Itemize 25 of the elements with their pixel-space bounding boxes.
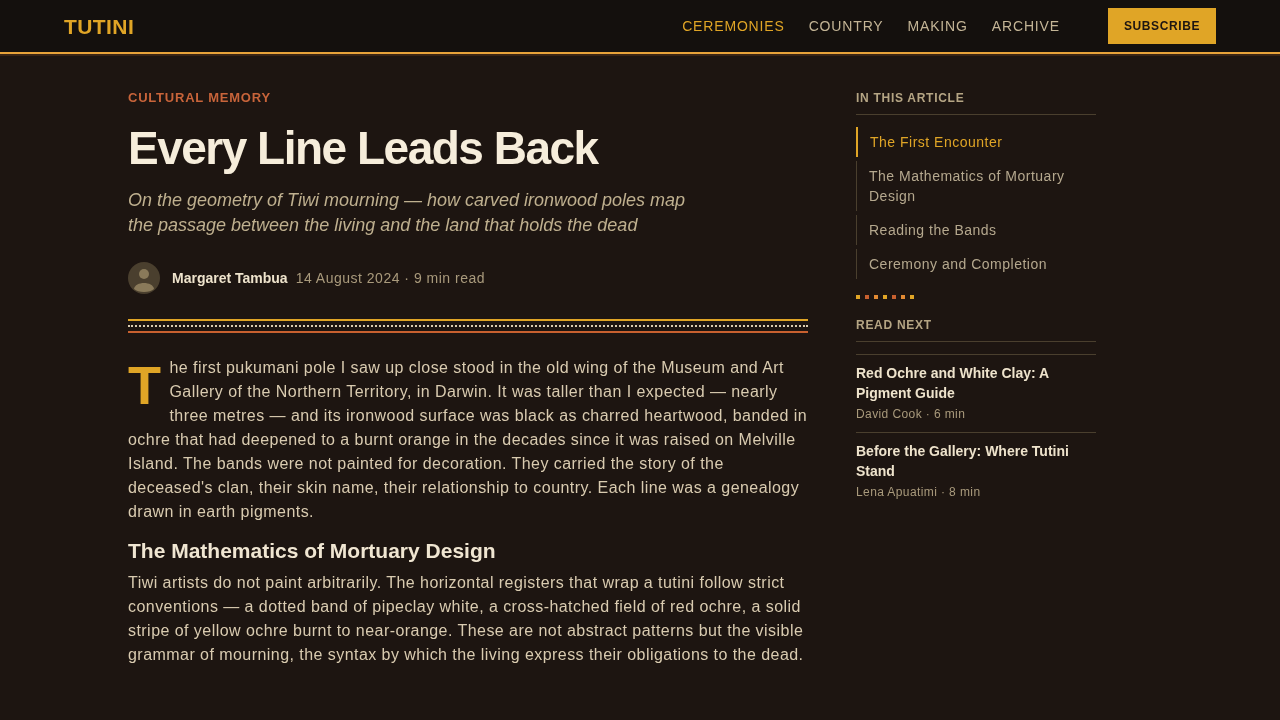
toc-link[interactable]: The Mathematics of Mortuary Design: [856, 161, 1096, 211]
nav-link[interactable]: COUNTRY: [808, 15, 884, 37]
toc-link[interactable]: The First Encounter: [856, 127, 1096, 157]
category-label: CULTURAL MEMORY: [128, 90, 272, 106]
toc-link[interactable]: Reading the Bands: [856, 215, 1096, 245]
read-next-meta: David Cook · 6 min: [856, 406, 967, 422]
section-heading: The Mathematics of Mortuary Design: [128, 538, 497, 564]
article-meta: 14 August 2024 · 9 min read: [295, 268, 486, 288]
person-silhouette-icon: [128, 262, 160, 294]
read-next-link[interactable]: Red Ochre and White Clay: A Pigment Guide: [856, 363, 1096, 403]
body-paragraph: Tiwi artists do not paint arbitrarily. The horizontal registers that wrap a tutini follow strict conventions — a dotted band of pipeclay white, a cross-hatched field of red ochre, a solid stripe of yellow ochre burnt to near-orange. These are not abstract patterns but the visible grammar of mourning, the syntax by which the living express their obligations to the dead.: [128, 573, 805, 665]
nav-link[interactable]: MAKING: [907, 15, 968, 37]
toc-link[interactable]: Ceremony and Completion: [856, 249, 1096, 279]
nav-link[interactable]: CEREMONIES: [682, 15, 785, 37]
read-next-heading: READ NEXT: [856, 317, 1096, 342]
site-logo[interactable]: TUTINI: [64, 15, 135, 37]
toc-heading: IN THIS ARTICLE: [856, 90, 1096, 115]
read-next-link[interactable]: Before the Gallery: Where Tutini Stand: [856, 441, 1096, 481]
author-name[interactable]: Margaret Tambua: [172, 267, 288, 289]
nav-link[interactable]: ARCHIVE: [991, 15, 1060, 37]
article-subtitle: On the geometry of Tiwi mourning — how carved ironwood poles map the passage between the living and the land that holds the dead: [128, 189, 687, 237]
read-next-meta: Lena Apuatimi · 8 min: [856, 484, 982, 500]
dotted-ornament: [856, 295, 914, 299]
article-title: Every Line Leads Back: [128, 121, 600, 176]
subscribe-button[interactable]: SUBSCRIBE: [1107, 8, 1216, 44]
